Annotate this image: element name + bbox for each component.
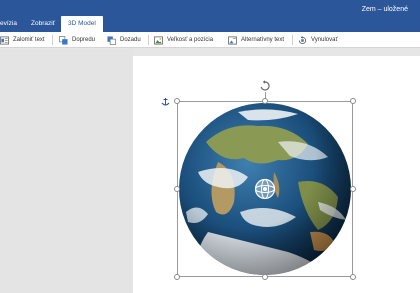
- resize-handle-left[interactable]: [174, 186, 180, 192]
- wrap-text-label: Zalomiť text: [13, 37, 45, 43]
- wrap-text-icon: [0, 36, 9, 44]
- reset-icon: [298, 35, 307, 44]
- tab-3d-model[interactable]: 3D Model: [61, 16, 103, 32]
- send-backward-button[interactable]: Dozadu: [107, 32, 141, 48]
- bring-forward-label: Dopredu: [72, 37, 96, 43]
- bring-forward-button[interactable]: Dopredu: [59, 32, 95, 48]
- resize-handle-right[interactable]: [350, 186, 356, 192]
- alt-text-icon: [228, 36, 237, 44]
- title-bar: Zem – uložené evízia Zobraziť 3D Model: [0, 0, 420, 32]
- tab-review[interactable]: evízia: [0, 16, 17, 32]
- rotation-handle-icon[interactable]: [259, 80, 271, 92]
- ribbon-separator: [148, 35, 149, 45]
- send-backward-icon: [107, 35, 116, 45]
- reset-button[interactable]: Vynulovať: [298, 32, 338, 48]
- send-backward-label: Dozadu: [120, 37, 141, 43]
- wrap-text-button[interactable]: Zalomiť text: [0, 32, 45, 48]
- size-position-label: Veľkosť a pozícia: [167, 37, 214, 43]
- canvas-background: [0, 49, 133, 293]
- alt-text-label: Alternatívny text: [241, 37, 285, 43]
- ribbon-toolbar: Zalomiť text Dopredu Dozadu Veľkosť a po…: [0, 32, 420, 48]
- ribbon-separator: [52, 35, 53, 45]
- window-title: Zem – uložené: [361, 6, 408, 13]
- 3d-rotate-control-icon[interactable]: [254, 178, 276, 200]
- reset-label: Vynulovať: [311, 37, 338, 43]
- resize-handle-top-right[interactable]: [350, 98, 356, 104]
- size-position-icon: [154, 36, 163, 44]
- tab-view[interactable]: Zobraziť: [31, 16, 55, 32]
- resize-handle-top-left[interactable]: [174, 98, 180, 104]
- alt-text-button[interactable]: Alternatívny text: [228, 32, 284, 48]
- resize-handle-bottom-left[interactable]: [174, 274, 180, 280]
- resize-handle-bottom[interactable]: [262, 274, 268, 280]
- anchor-icon[interactable]: [161, 97, 170, 107]
- resize-handle-top[interactable]: [262, 98, 268, 104]
- size-position-button[interactable]: Veľkosť a pozícia: [154, 32, 213, 48]
- ribbon-separator: [292, 35, 293, 45]
- resize-handle-bottom-right[interactable]: [350, 274, 356, 280]
- bring-forward-icon: [59, 35, 68, 45]
